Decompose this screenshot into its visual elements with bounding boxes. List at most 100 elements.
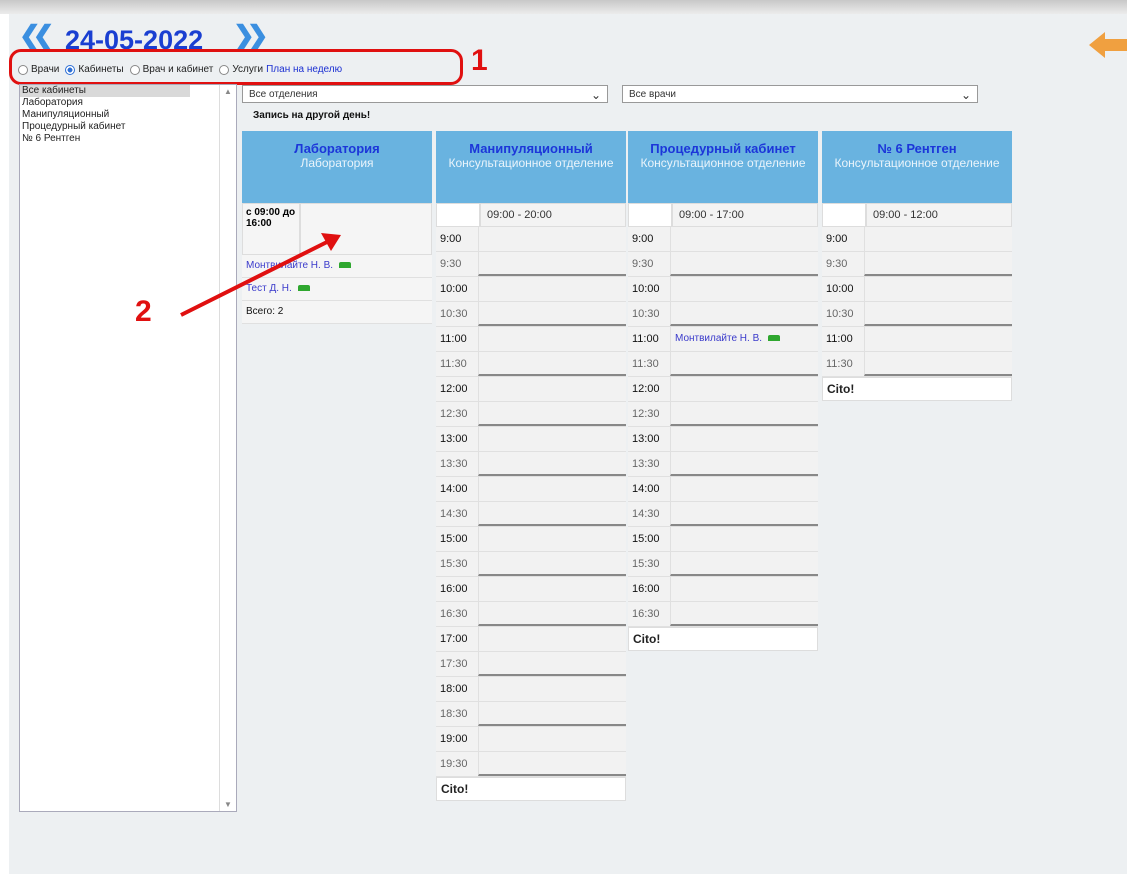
- cito-button[interactable]: Cito!: [822, 377, 1012, 401]
- time-slot-row[interactable]: 10:30: [436, 302, 626, 327]
- slot-cell[interactable]: [670, 452, 818, 476]
- slot-cell[interactable]: [670, 227, 818, 251]
- slot-cell[interactable]: [478, 627, 626, 651]
- time-slot-row[interactable]: 10:00: [628, 277, 818, 302]
- slot-cell[interactable]: [670, 502, 818, 526]
- slot-cell[interactable]: [864, 277, 1012, 301]
- time-slot-row[interactable]: 14:00: [628, 477, 818, 502]
- time-slot-row[interactable]: 14:00: [436, 477, 626, 502]
- sidebar-item-proc[interactable]: Процедурный кабинет: [20, 121, 190, 133]
- slot-cell[interactable]: [478, 452, 626, 476]
- time-slot-row[interactable]: 15:00: [628, 527, 818, 552]
- slot-cell[interactable]: [478, 577, 626, 601]
- time-slot-row[interactable]: 10:30: [822, 302, 1012, 327]
- time-slot-row[interactable]: 11:30: [822, 352, 1012, 377]
- slot-cell[interactable]: [670, 577, 818, 601]
- time-slot-row[interactable]: 16:30: [436, 602, 626, 627]
- back-arrow-icon[interactable]: [1087, 30, 1127, 60]
- scroll-up-icon[interactable]: ▲: [224, 87, 232, 96]
- slot-cell[interactable]: [478, 402, 626, 426]
- sidebar-item-lab[interactable]: Лаборатория: [20, 97, 190, 109]
- slot-cell[interactable]: [670, 252, 818, 276]
- slot-cell[interactable]: [864, 352, 1012, 376]
- sidebar-item-manip[interactable]: Манипуляционный: [20, 109, 190, 121]
- slot-cell[interactable]: Монтвилайте Н. В.: [670, 327, 818, 351]
- time-slot-row[interactable]: 10:00: [436, 277, 626, 302]
- time-slot-row[interactable]: 9:00: [436, 227, 626, 252]
- slot-cell[interactable]: [478, 277, 626, 301]
- time-slot-row[interactable]: 10:30: [628, 302, 818, 327]
- slot-cell[interactable]: [478, 427, 626, 451]
- time-slot-row[interactable]: 14:30: [628, 502, 818, 527]
- slot-cell[interactable]: [478, 652, 626, 676]
- time-slot-row[interactable]: 13:30: [436, 452, 626, 477]
- slot-cell[interactable]: [478, 352, 626, 376]
- slot-cell[interactable]: [478, 377, 626, 401]
- time-slot-row[interactable]: 11:30: [628, 352, 818, 377]
- time-slot-row[interactable]: 16:30: [628, 602, 818, 627]
- department-select[interactable]: Все отделения ⌄: [242, 85, 608, 103]
- time-slot-row[interactable]: 15:00: [436, 527, 626, 552]
- slot-cell[interactable]: [670, 402, 818, 426]
- patient-name[interactable]: Монтвилайте Н. В.: [675, 333, 762, 344]
- slot-cell[interactable]: [478, 552, 626, 576]
- slot-cell[interactable]: [478, 327, 626, 351]
- slot-cell[interactable]: [478, 702, 626, 726]
- slot-cell[interactable]: [478, 302, 626, 326]
- slot-cell[interactable]: [670, 552, 818, 576]
- time-slot-row[interactable]: 11:30: [436, 352, 626, 377]
- time-slot-row[interactable]: 16:00: [436, 577, 626, 602]
- slot-cell[interactable]: [478, 602, 626, 626]
- time-slot-row[interactable]: 16:00: [628, 577, 818, 602]
- slot-cell[interactable]: [478, 727, 626, 751]
- slot-cell[interactable]: [670, 352, 818, 376]
- time-slot-row[interactable]: 15:30: [628, 552, 818, 577]
- slot-cell[interactable]: [478, 502, 626, 526]
- time-slot-row[interactable]: 9:30: [628, 252, 818, 277]
- next-day-button[interactable]: ❯❯: [233, 20, 268, 51]
- time-slot-row[interactable]: 12:00: [628, 377, 818, 402]
- time-slot-row[interactable]: 15:30: [436, 552, 626, 577]
- time-slot-row[interactable]: 9:30: [436, 252, 626, 277]
- time-slot-row[interactable]: 13:00: [436, 427, 626, 452]
- time-slot-row[interactable]: 18:00: [436, 677, 626, 702]
- doctor-select[interactable]: Все врачи ⌄: [622, 85, 978, 103]
- prev-day-button[interactable]: ❮❮: [19, 20, 54, 51]
- slot-cell[interactable]: [478, 752, 626, 776]
- slot-cell[interactable]: [670, 602, 818, 626]
- slot-cell[interactable]: [670, 477, 818, 501]
- rooms-list[interactable]: Все кабинеты Лаборатория Манипуляционный…: [19, 84, 237, 812]
- slot-cell[interactable]: [670, 527, 818, 551]
- time-slot-row[interactable]: 9:00: [822, 227, 1012, 252]
- sidebar-item-xray[interactable]: № 6 Рентген: [20, 133, 190, 145]
- time-slot-row[interactable]: 12:00: [436, 377, 626, 402]
- time-slot-row[interactable]: 12:30: [436, 402, 626, 427]
- cito-button[interactable]: Cito!: [436, 777, 626, 801]
- time-slot-row[interactable]: 13:30: [628, 452, 818, 477]
- slot-cell[interactable]: [864, 252, 1012, 276]
- time-slot-row[interactable]: 11:00 Монтвилайте Н. В.: [628, 327, 818, 352]
- time-slot-row[interactable]: 12:30: [628, 402, 818, 427]
- slot-cell[interactable]: [864, 302, 1012, 326]
- time-slot-row[interactable]: 11:00: [822, 327, 1012, 352]
- time-slot-row[interactable]: 17:30: [436, 652, 626, 677]
- slot-cell[interactable]: [478, 227, 626, 251]
- slot-cell[interactable]: [478, 527, 626, 551]
- slot-cell[interactable]: [670, 427, 818, 451]
- time-slot-row[interactable]: 9:30: [822, 252, 1012, 277]
- time-slot-row[interactable]: 17:00: [436, 627, 626, 652]
- slot-cell[interactable]: [670, 277, 818, 301]
- time-slot-row[interactable]: 14:30: [436, 502, 626, 527]
- cito-button[interactable]: Cito!: [628, 627, 818, 651]
- time-slot-row[interactable]: 9:00: [628, 227, 818, 252]
- slot-cell[interactable]: [864, 227, 1012, 251]
- slot-cell[interactable]: [670, 302, 818, 326]
- time-slot-row[interactable]: 19:00: [436, 727, 626, 752]
- time-slot-row[interactable]: 13:00: [628, 427, 818, 452]
- time-slot-row[interactable]: 19:30: [436, 752, 626, 777]
- slot-cell[interactable]: [478, 477, 626, 501]
- sidebar-scrollbar[interactable]: ▲ ▼: [219, 85, 236, 811]
- slot-cell[interactable]: [478, 252, 626, 276]
- sidebar-item-all[interactable]: Все кабинеты: [20, 85, 190, 97]
- time-slot-row[interactable]: 10:00: [822, 277, 1012, 302]
